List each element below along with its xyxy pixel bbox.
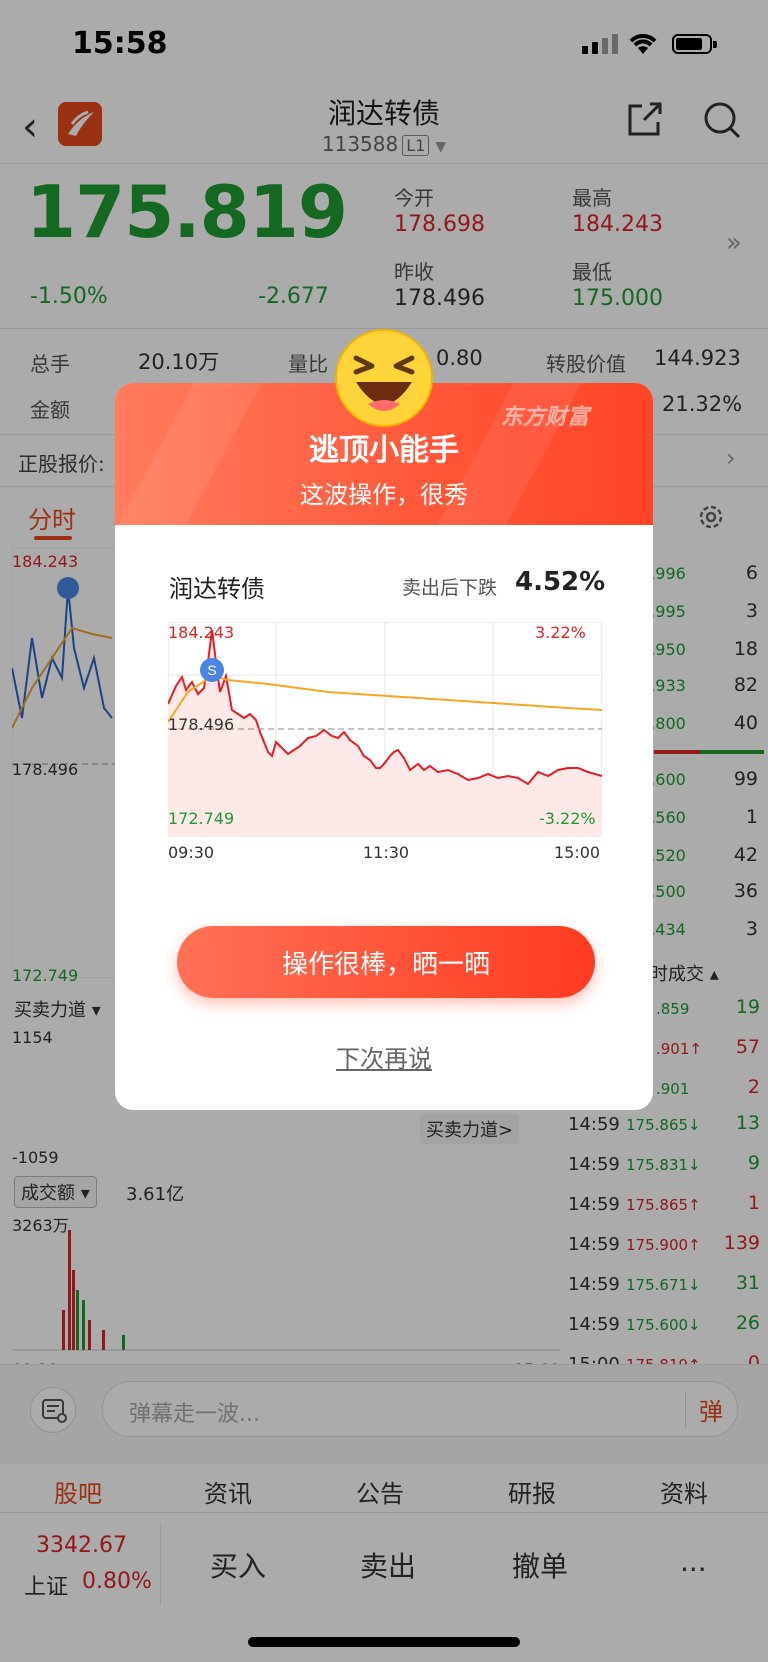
sell-marker-icon: S bbox=[207, 662, 216, 678]
x-label-end: 15:00 bbox=[554, 843, 601, 862]
drop-label: 卖出后下跌 bbox=[402, 577, 498, 599]
chart-low-pct: -3.22% bbox=[539, 809, 596, 828]
share-button[interactable]: 操作很棒，晒一晒 bbox=[177, 926, 595, 998]
chart-high-label: 184.243 bbox=[168, 623, 235, 642]
chart-high-pct: 3.22% bbox=[535, 623, 586, 642]
modal-title: 逃顶小能手 bbox=[309, 433, 459, 468]
share-button-label: 操作很棒，晒一晒 bbox=[281, 950, 490, 980]
x-label-start: 09:30 bbox=[168, 843, 215, 862]
achievement-modal: 东方财富 逃顶小能手 这波操作，很秀 润达转债 卖出后下跌 4.52% S 18… bbox=[115, 383, 653, 1110]
modal-subtitle: 这波操作，很秀 bbox=[300, 481, 468, 509]
bond-name: 润达转债 bbox=[169, 575, 265, 603]
later-link[interactable]: 下次再说 bbox=[115, 1039, 653, 1074]
chart-mid-label: 178.496 bbox=[168, 715, 235, 734]
x-label-mid: 11:30 bbox=[363, 843, 410, 862]
chart-low-label: 172.749 bbox=[168, 809, 235, 828]
laughing-emoji-icon bbox=[335, 329, 433, 427]
drop-value: 4.52% bbox=[515, 567, 606, 597]
